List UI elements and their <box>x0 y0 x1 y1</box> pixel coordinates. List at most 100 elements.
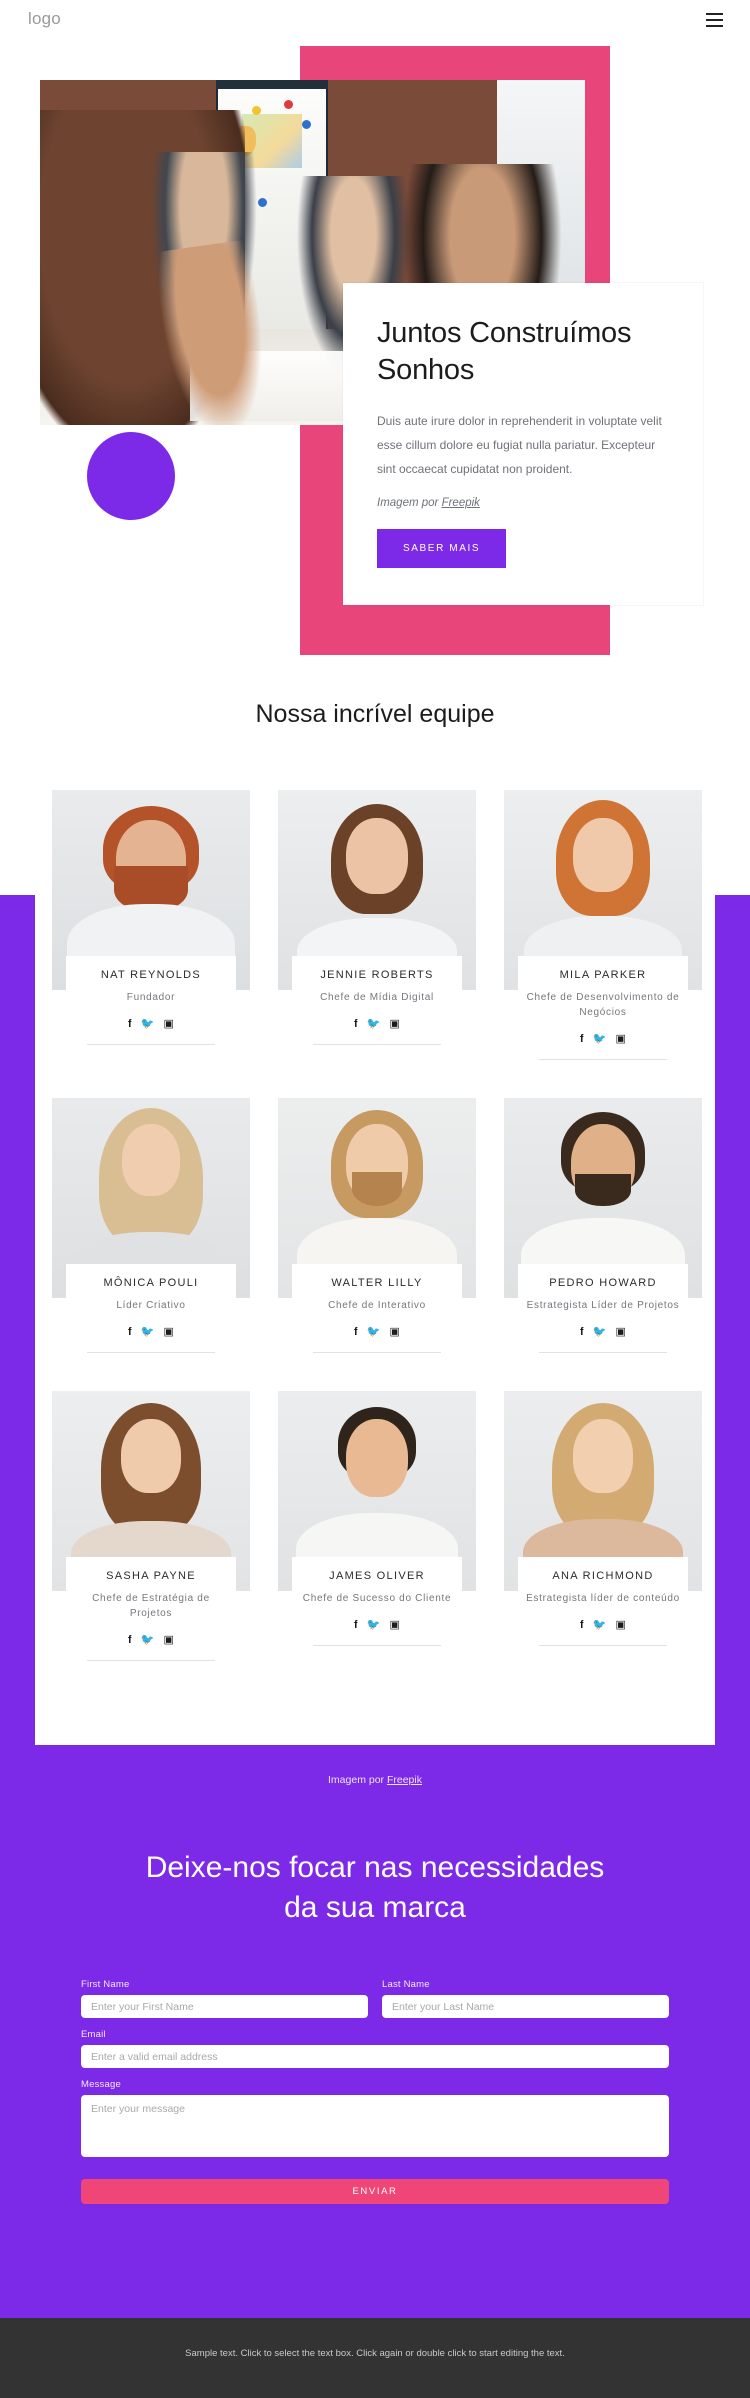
instagram-icon[interactable]: ▣ <box>164 1327 174 1338</box>
hero-paragraph: Duis aute irure dolor in reprehenderit i… <box>377 414 662 477</box>
facebook-icon[interactable]: 𝐟 <box>354 1019 358 1030</box>
team-member-card: JENNIE ROBERTS Chefe de Mídia Digital 𝐟 … <box>278 790 476 1074</box>
instagram-icon[interactable]: ▣ <box>390 1019 400 1030</box>
team-grid: NAT REYNOLDS Fundador 𝐟 🐦 ▣ JENNIE ROBER… <box>52 790 702 1675</box>
member-name: WALTER LILLY <box>331 1277 423 1289</box>
member-divider <box>313 1645 441 1646</box>
hero-title: Juntos Construímos Sonhos <box>377 317 632 387</box>
contact-section: Imagem por Freepik Deixe-nos focar nas n… <box>0 1750 750 2318</box>
member-role: Chefe de Sucesso do Cliente <box>302 1593 452 1604</box>
team-member-card: WALTER LILLY Chefe de Interativo 𝐟 🐦 ▣ <box>278 1098 476 1367</box>
member-name: SASHA PAYNE <box>106 1570 196 1582</box>
member-info: MILA PARKER Chefe de Desenvolvimento de … <box>518 956 688 1074</box>
instagram-icon[interactable]: ▣ <box>164 1019 174 1030</box>
facebook-icon[interactable]: 𝐟 <box>354 1620 358 1631</box>
member-info: SASHA PAYNE Chefe de Estratégia de Proje… <box>66 1557 236 1675</box>
member-socials: 𝐟 🐦 ▣ <box>524 1620 682 1631</box>
member-info: JENNIE ROBERTS Chefe de Mídia Digital 𝐟 … <box>292 956 462 1059</box>
instagram-icon[interactable]: ▣ <box>390 1327 400 1338</box>
member-name: NAT REYNOLDS <box>100 969 202 981</box>
hero-image-credit: Imagem por Freepik <box>377 497 667 509</box>
member-info: ANA RICHMOND Estrategista líder de conte… <box>518 1557 688 1660</box>
cta-credit-link[interactable]: Freepik <box>387 1774 422 1786</box>
facebook-icon[interactable]: 𝐟 <box>580 1034 584 1045</box>
hamburger-menu-icon[interactable] <box>706 13 723 27</box>
twitter-icon[interactable]: 🐦 <box>141 1019 155 1030</box>
member-role: Chefe de Estratégia de Projetos <box>92 1593 210 1619</box>
member-socials: 𝐟 🐦 ▣ <box>524 1327 682 1338</box>
name-row: First Name Last Name <box>81 1979 669 2029</box>
page-root: Juntos Construímos Sonhos Duis aute irur… <box>0 0 750 2398</box>
instagram-icon[interactable]: ▣ <box>616 1034 626 1045</box>
member-socials: 𝐟 🐦 ▣ <box>298 1019 456 1030</box>
member-socials: 𝐟 🐦 ▣ <box>72 1635 230 1646</box>
member-divider <box>87 1044 215 1045</box>
team-member-card: PEDRO HOWARD Estrategista Líder de Proje… <box>504 1098 702 1367</box>
instagram-icon[interactable]: ▣ <box>616 1620 626 1631</box>
member-socials: 𝐟 🐦 ▣ <box>72 1327 230 1338</box>
member-role: Chefe de Interativo <box>328 1300 426 1311</box>
facebook-icon[interactable]: 𝐟 <box>580 1327 584 1338</box>
member-name: PEDRO HOWARD <box>549 1277 657 1289</box>
member-role: Líder Criativo <box>116 1300 186 1311</box>
team-member-card: ANA RICHMOND Estrategista líder de conte… <box>504 1391 702 1675</box>
member-divider <box>313 1352 441 1353</box>
email-input[interactable] <box>81 2045 669 2069</box>
member-divider <box>539 1645 667 1646</box>
hero-credit-prefix: Imagem por <box>377 497 442 510</box>
twitter-icon[interactable]: 🐦 <box>367 1327 381 1338</box>
instagram-icon[interactable]: ▣ <box>164 1635 174 1646</box>
team-heading: Nossa incrível equipe <box>255 700 495 728</box>
first-name-field: First Name <box>81 1979 368 2019</box>
twitter-icon[interactable]: 🐦 <box>367 1019 381 1030</box>
member-name: MILA PARKER <box>559 969 647 981</box>
contact-heading: Deixe-nos focar nas necessidades da sua … <box>145 1851 605 1924</box>
hero-card: Juntos Construímos Sonhos Duis aute irur… <box>343 283 703 605</box>
twitter-icon[interactable]: 🐦 <box>141 1327 155 1338</box>
member-info: PEDRO HOWARD Estrategista Líder de Proje… <box>518 1264 688 1367</box>
member-socials: 𝐟 🐦 ▣ <box>298 1327 456 1338</box>
member-role: Estrategista líder de conteúdo <box>526 1593 680 1604</box>
twitter-icon[interactable]: 🐦 <box>593 1327 607 1338</box>
member-divider <box>313 1044 441 1045</box>
member-divider <box>539 1059 667 1060</box>
twitter-icon[interactable]: 🐦 <box>593 1620 607 1631</box>
member-name: ANA RICHMOND <box>552 1570 654 1582</box>
twitter-icon[interactable]: 🐦 <box>367 1620 381 1631</box>
footer-text: Sample text. Click to select the text bo… <box>185 2348 565 2359</box>
message-input[interactable] <box>81 2095 669 2158</box>
facebook-icon[interactable]: 𝐟 <box>580 1620 584 1631</box>
facebook-icon[interactable]: 𝐟 <box>354 1327 358 1338</box>
member-info: WALTER LILLY Chefe de Interativo 𝐟 🐦 ▣ <box>292 1264 462 1367</box>
site-header: logo <box>0 0 750 46</box>
facebook-icon[interactable]: 𝐟 <box>128 1019 132 1030</box>
member-info: NAT REYNOLDS Fundador 𝐟 🐦 ▣ <box>66 956 236 1059</box>
message-label: Message <box>81 2079 121 2091</box>
logo[interactable]: logo <box>28 9 61 29</box>
member-name: JAMES OLIVER <box>329 1570 425 1582</box>
site-footer: Sample text. Click to select the text bo… <box>0 2318 750 2398</box>
instagram-icon[interactable]: ▣ <box>390 1620 400 1631</box>
member-role: Estrategista Líder de Projetos <box>526 1300 680 1311</box>
first-name-input[interactable] <box>81 1995 368 2019</box>
message-field: Message <box>81 2079 669 2162</box>
member-role: Chefe de Desenvolvimento de Negócios <box>526 992 680 1018</box>
twitter-icon[interactable]: 🐦 <box>141 1635 155 1646</box>
instagram-icon[interactable]: ▣ <box>616 1327 626 1338</box>
enviar-submit-button[interactable]: ENVIAR <box>81 2179 669 2205</box>
email-label: Email <box>81 2029 106 2041</box>
facebook-icon[interactable]: 𝐟 <box>128 1327 132 1338</box>
member-socials: 𝐟 🐦 ▣ <box>298 1620 456 1631</box>
member-role: Fundador <box>126 992 176 1003</box>
member-divider <box>87 1660 215 1661</box>
twitter-icon[interactable]: 🐦 <box>593 1034 607 1045</box>
facebook-icon[interactable]: 𝐟 <box>128 1635 132 1646</box>
saber-mais-button[interactable]: SABER MAIS <box>377 529 507 569</box>
member-name: JENNIE ROBERTS <box>320 969 434 981</box>
member-divider <box>539 1352 667 1353</box>
hero-credit-link[interactable]: Freepik <box>442 497 480 509</box>
email-field: Email <box>81 2029 669 2069</box>
team-member-card: MÔNICA POULI Líder Criativo 𝐟 🐦 ▣ <box>52 1098 250 1367</box>
last-name-input[interactable] <box>382 1995 669 2019</box>
hero-section: Juntos Construímos Sonhos Duis aute irur… <box>0 0 750 690</box>
